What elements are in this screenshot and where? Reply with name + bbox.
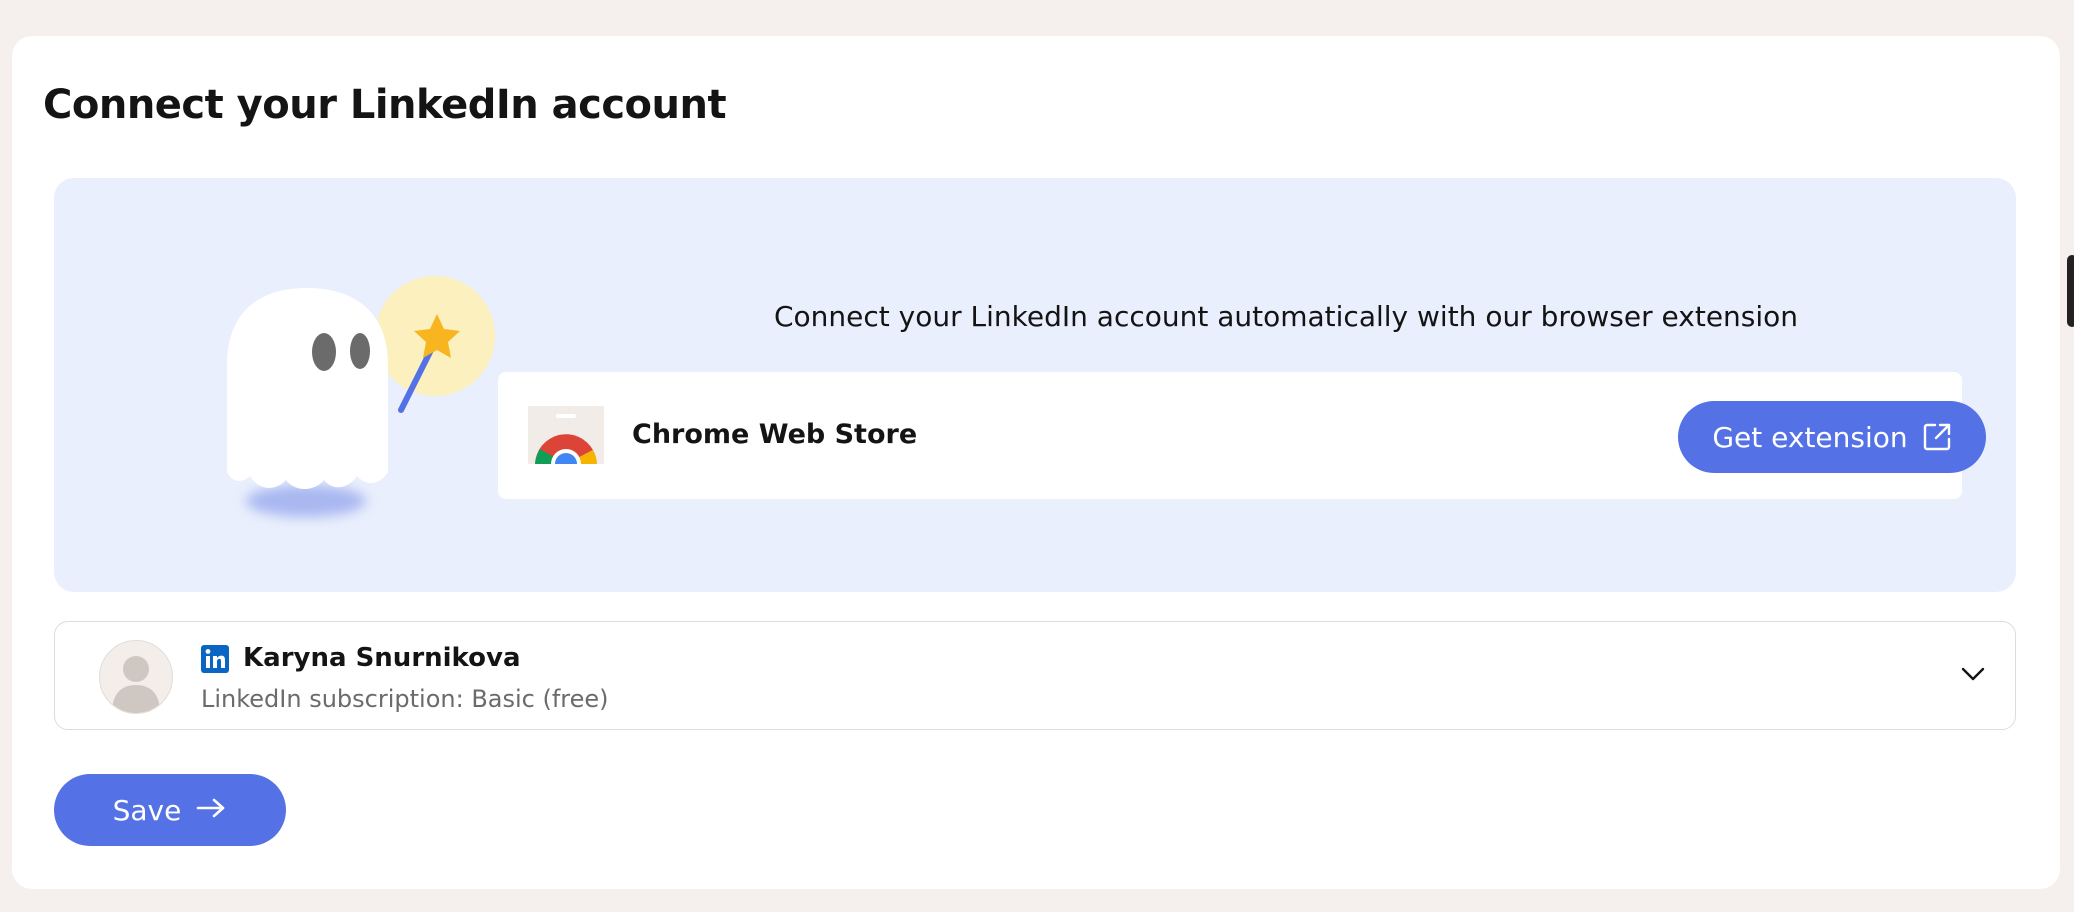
avatar: [99, 640, 173, 714]
save-label: Save: [112, 793, 182, 827]
linkedin-account-selector[interactable]: Karyna Snurnikova LinkedIn subscription:…: [54, 621, 2016, 730]
scrollbar-handle[interactable]: [2067, 255, 2074, 327]
get-extension-label: Get extension: [1712, 420, 1908, 454]
page-title: Connect your LinkedIn account: [43, 82, 727, 128]
save-button[interactable]: Save: [54, 774, 286, 846]
extension-description: Connect your LinkedIn account automatica…: [774, 300, 1799, 333]
chrome-web-store-card: Chrome Web Store Get extension: [498, 372, 1986, 499]
linkedin-icon: [201, 645, 229, 677]
chevron-down-icon[interactable]: [1959, 660, 1987, 692]
arrow-right-icon: [195, 794, 227, 827]
subscription-label: LinkedIn subscription: Basic (free): [201, 685, 609, 713]
extension-promo-panel: Connect your LinkedIn account automatica…: [54, 178, 2016, 592]
chrome-web-store-icon: [528, 406, 604, 468]
external-link-icon: [1922, 422, 1952, 452]
store-name: Chrome Web Store: [632, 419, 918, 450]
ghost-illustration: [174, 218, 504, 532]
account-name: Karyna Snurnikova: [243, 643, 521, 673]
get-extension-button[interactable]: Get extension: [1678, 401, 1986, 473]
